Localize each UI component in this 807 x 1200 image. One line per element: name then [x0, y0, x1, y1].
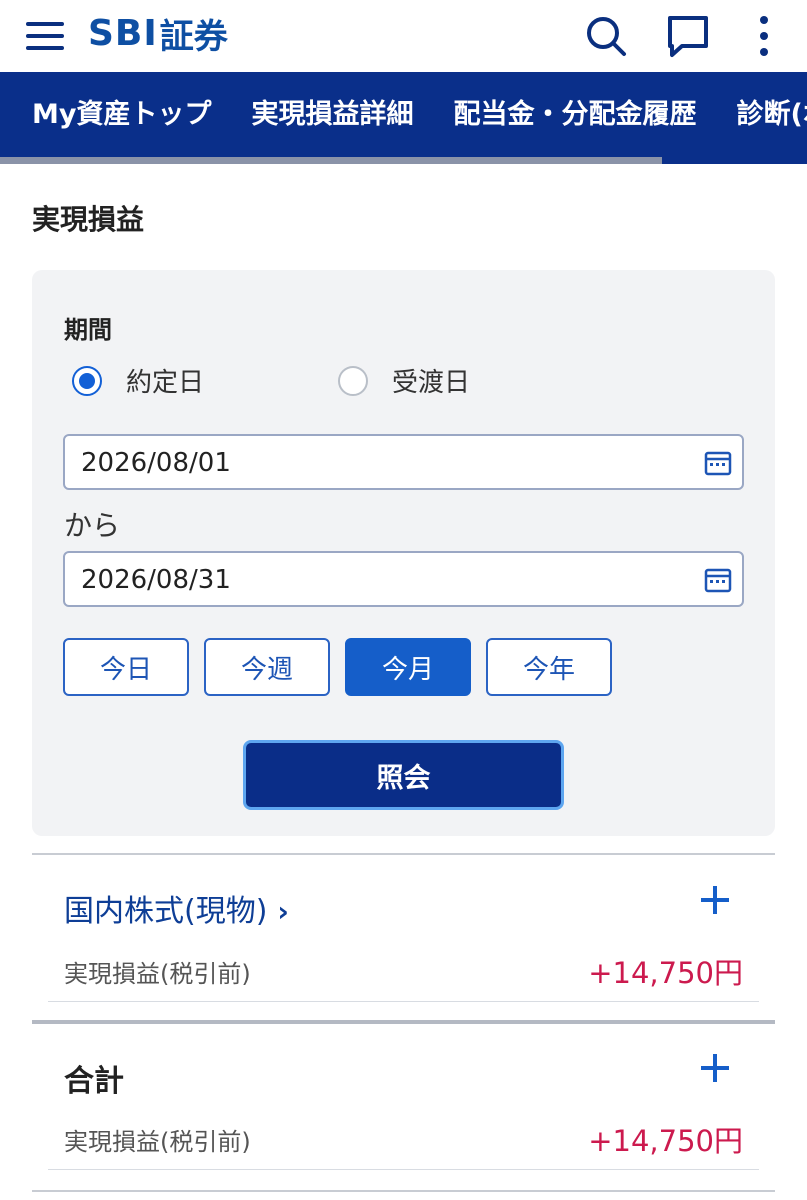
total-title: 合計	[64, 1064, 124, 1099]
domestic-stocks-link[interactable]: 国内株式(現物) ›	[64, 886, 289, 930]
date-separator: から	[64, 509, 121, 542]
filter-panel: 期間 約定日 受渡日 2026/08/01 から 2026/08/31 今日 今…	[32, 270, 775, 836]
radio-circle	[338, 365, 368, 396]
logo[interactable]: SBI 証券	[88, 8, 228, 58]
realized-pl-value: +14,750円	[588, 1124, 743, 1158]
date-from-value: 2026/08/01	[81, 448, 231, 478]
more-icon[interactable]	[740, 12, 788, 60]
radio-settlement-date[interactable]: 受渡日	[338, 362, 470, 399]
radio-trade-date[interactable]: 約定日	[72, 362, 204, 399]
result-total: 合計 実現損益(税引前) +14,750円	[48, 1024, 759, 1170]
date-to-value: 2026/08/31	[81, 565, 231, 595]
radio-trade-label: 約定日	[126, 368, 205, 398]
chat-icon[interactable]	[664, 12, 712, 60]
logo-text: 証券	[159, 16, 228, 57]
realized-pl-label: 実現損益(税引前)	[64, 960, 251, 988]
realized-pl-value: +14,750円	[588, 956, 743, 990]
date-to-field[interactable]: 2026/08/31	[63, 551, 744, 607]
menu-icon[interactable]	[26, 18, 64, 54]
app-header: SBI 証券	[0, 0, 807, 72]
this-month-button[interactable]: 今月	[345, 638, 471, 696]
realized-pl-label: 実現損益(税引前)	[64, 1128, 251, 1156]
calendar-icon[interactable]	[704, 449, 732, 477]
logo-sbi: SBI	[88, 12, 158, 54]
chevron-right-icon: ›	[277, 895, 289, 928]
tab-diagnosis[interactable]: 診断(ポ	[716, 72, 807, 158]
tab-dividend-history[interactable]: 配当金・分配金履歴	[433, 72, 716, 158]
this-week-button[interactable]: 今週	[204, 638, 330, 696]
divider	[32, 1190, 775, 1192]
result-domestic-stocks: 国内株式(現物) › 実現損益(税引前) +14,750円	[48, 856, 759, 1002]
period-label: 期間	[64, 316, 112, 344]
inquiry-button[interactable]: 照会	[243, 740, 564, 810]
radio-circle	[72, 365, 102, 396]
tab-my-assets[interactable]: My資産トップ	[0, 72, 231, 158]
today-button[interactable]: 今日	[63, 638, 189, 696]
this-year-button[interactable]: 今年	[486, 638, 612, 696]
divider	[48, 1169, 759, 1170]
expand-plus-icon[interactable]	[699, 884, 731, 916]
date-from-field[interactable]: 2026/08/01	[63, 434, 744, 490]
expand-plus-icon[interactable]	[699, 1052, 731, 1084]
search-icon[interactable]	[582, 12, 630, 60]
page-title: 実現損益	[32, 203, 145, 236]
nav-scrollbar[interactable]	[0, 157, 662, 164]
nav-bar: My資産トップ 実現損益詳細 配当金・分配金履歴 診断(ポ	[0, 72, 807, 164]
divider	[32, 853, 775, 855]
calendar-icon[interactable]	[704, 566, 732, 594]
tab-realized-pl[interactable]: 実現損益詳細	[231, 72, 433, 158]
radio-settle-label: 受渡日	[392, 368, 471, 398]
divider	[48, 1001, 759, 1002]
nav-tabs: My資産トップ 実現損益詳細 配当金・分配金履歴 診断(ポ	[0, 72, 807, 158]
domestic-stocks-title: 国内株式(現物)	[64, 894, 268, 929]
